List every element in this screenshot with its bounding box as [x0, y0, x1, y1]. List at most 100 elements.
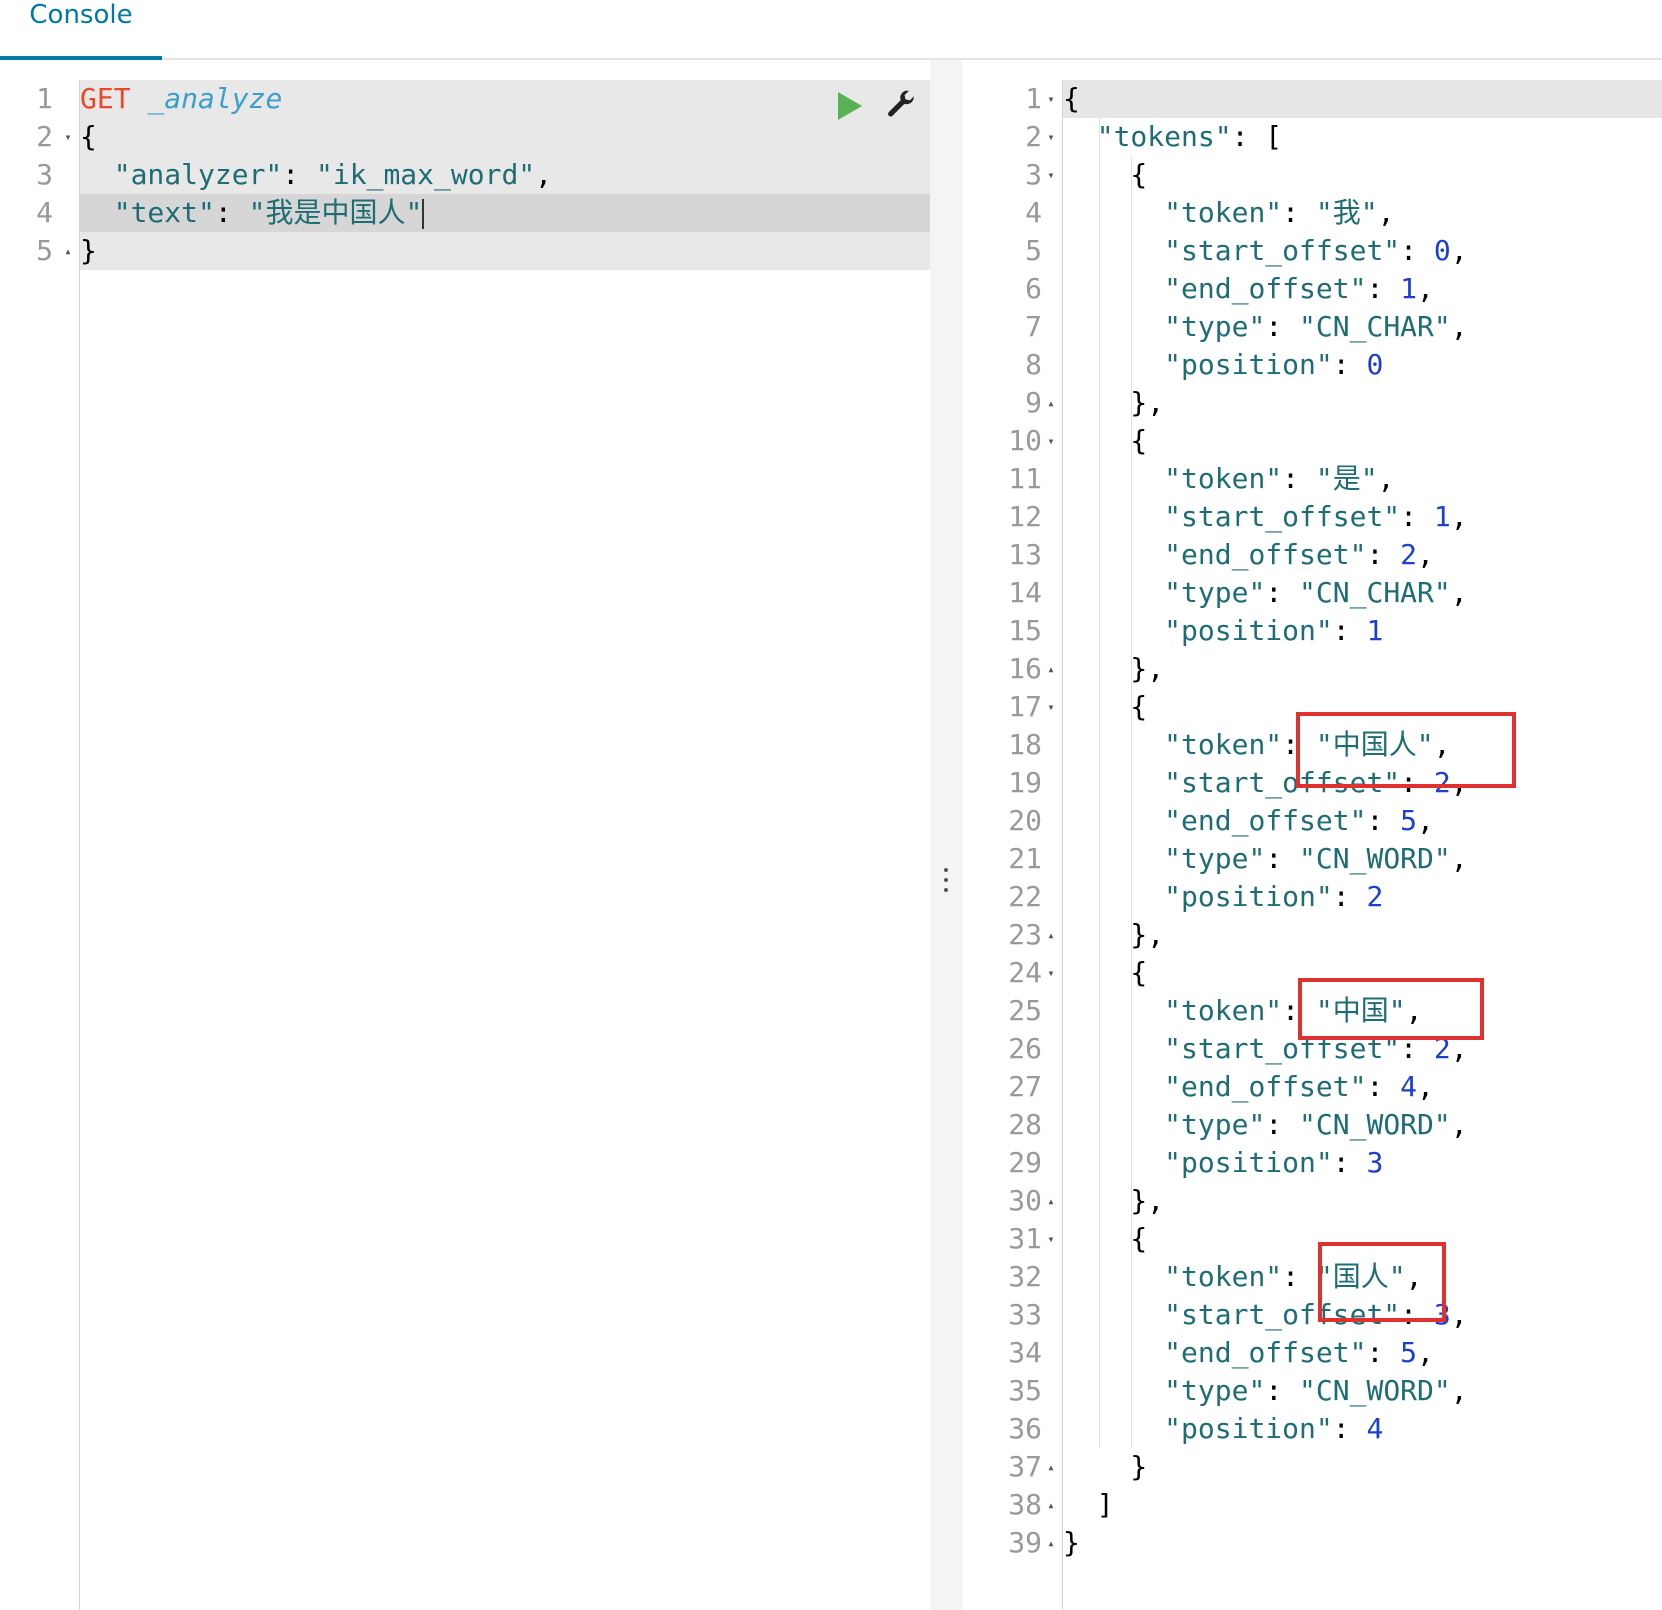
request-method: GET: [80, 82, 131, 115]
token-key: "token": [1164, 196, 1283, 229]
token-value: "是": [1315, 462, 1378, 495]
type-value: "CN_CHAR": [1299, 576, 1451, 609]
request-line-3: "analyzer": "ik_max_word",: [113, 158, 553, 191]
type-value: "CN_CHAR": [1299, 310, 1451, 343]
response-line-number: 33: [1008, 1298, 1042, 1331]
position-value: 2: [1366, 880, 1384, 913]
response-line-number: 35: [1008, 1374, 1042, 1407]
position-key: "position": [1164, 614, 1333, 647]
fold-close-icon[interactable]: ▴: [61, 232, 75, 270]
fold-open-icon[interactable]: ▾: [1044, 156, 1058, 194]
request-actions: [838, 88, 918, 124]
end_offset-key: "end_offset": [1164, 1070, 1367, 1103]
token-object-close: }: [1063, 1450, 1148, 1483]
token-field-line: "type": "CN_WORD",: [1164, 1108, 1468, 1141]
type-key: "type": [1164, 842, 1266, 875]
token-key: "token": [1164, 462, 1283, 495]
position-key: "position": [1164, 1146, 1333, 1179]
fold-open-icon[interactable]: ▾: [1044, 422, 1058, 460]
fold-open-icon[interactable]: ▾: [1044, 954, 1058, 992]
token-field-line: "position": 3: [1164, 1146, 1384, 1179]
fold-close-icon[interactable]: ▴: [1044, 916, 1058, 954]
response-line-number: 38 ▴: [962, 1486, 1062, 1524]
response-line: "tokens": [: [1096, 120, 1283, 153]
root-open-brace: {: [1063, 82, 1080, 115]
response-line-number: 9 ▴: [962, 384, 1062, 422]
response-line-number: 10 ▾: [962, 422, 1062, 460]
token-object-close: },: [1063, 652, 1165, 685]
fold-open-icon[interactable]: ▾: [1044, 118, 1058, 156]
text-cursor: [422, 199, 425, 229]
response-line-number: 3 ▾: [962, 156, 1062, 194]
request-line-number: 4: [36, 196, 53, 229]
resizer-handle-icon[interactable]: [940, 868, 952, 904]
response-line-number: 27: [1008, 1070, 1042, 1103]
response-line-number: 30 ▴: [962, 1182, 1062, 1220]
request-editor[interactable]: 1 2 ▾ 3 4 5 ▴ GET _analyze { "analyzer": "ik_m…: [0, 80, 930, 1610]
response-gutter: 1 ▾ 2 ▾ 3 ▾ 4 5 6 7 8 9 ▴ 10 ▾ 11 12 13 14 15 16 ▴ 17 ▾ 18 19 20 21…: [962, 80, 1063, 1610]
fold-close-icon[interactable]: ▴: [1044, 650, 1058, 688]
response-line-number: 25: [1008, 994, 1042, 1027]
token-field-line: "type": "CN_WORD",: [1164, 1374, 1468, 1407]
token-field-line: "end_offset": 1,: [1164, 272, 1434, 305]
fold-open-icon[interactable]: ▾: [1044, 1220, 1058, 1258]
response-code[interactable]: { "tokens": [ { "token": "我", "start_off…: [1063, 80, 1662, 1610]
token-field-line: "type": "CN_WORD",: [1164, 842, 1468, 875]
response-line-number: 24 ▾: [962, 954, 1062, 992]
request-line-4: "text": "我是中国人": [113, 196, 425, 229]
response-line-number: 36: [1008, 1412, 1042, 1445]
response-viewer[interactable]: 1 ▾ 2 ▾ 3 ▾ 4 5 6 7 8 9 ▴ 10 ▾ 11 12 13 14 15 16 ▴ 17 ▾ 18 19 20 21…: [962, 80, 1662, 1610]
pane-resizer[interactable]: [930, 60, 962, 1610]
fold-open-icon[interactable]: ▾: [61, 118, 75, 156]
fold-open-icon[interactable]: ▾: [1044, 688, 1058, 726]
open-brace: {: [80, 120, 97, 153]
response-line: {: [1063, 80, 1662, 118]
type-value: "CN_WORD": [1299, 1108, 1451, 1141]
response-line: ]: [1063, 1486, 1662, 1524]
token-field-line: "position": 2: [1164, 880, 1384, 913]
response-line-number: 31 ▾: [962, 1220, 1062, 1258]
response-line-number: 13: [1008, 538, 1042, 571]
tab-console[interactable]: Console: [0, 0, 162, 60]
request-gutter: 1 2 ▾ 3 4 5 ▴: [0, 80, 80, 1610]
wrench-icon[interactable]: [884, 88, 918, 122]
response-line-number: 34: [1008, 1336, 1042, 1369]
position-value: 0: [1366, 348, 1384, 381]
end_offset-value: 5: [1400, 1336, 1418, 1369]
play-icon[interactable]: [838, 92, 862, 120]
highlight-box-zhongguoren: [1296, 712, 1516, 788]
fold-close-icon[interactable]: ▴: [1044, 384, 1058, 422]
token-field-line: "position": 1: [1164, 614, 1384, 647]
fold-close-icon[interactable]: ▴: [1044, 1182, 1058, 1220]
token-field-line: "start_offset": 0,: [1164, 234, 1468, 267]
response-line-number: 12: [1008, 500, 1042, 533]
token-field-line: "position": 4: [1164, 1412, 1384, 1445]
token-object-close: },: [1063, 1184, 1165, 1217]
position-value: 3: [1366, 1146, 1384, 1179]
fold-close-icon[interactable]: ▴: [1044, 1486, 1058, 1524]
token-field-line: "position": 0: [1164, 348, 1384, 381]
end_offset-key: "end_offset": [1164, 804, 1367, 837]
start_offset-key: "start_offset": [1164, 234, 1401, 267]
token-field-line: "end_offset": 2,: [1164, 538, 1434, 571]
end_offset-value: 2: [1400, 538, 1418, 571]
response-line-number: 6: [1025, 272, 1042, 305]
fold-open-icon[interactable]: ▾: [1044, 80, 1058, 118]
fold-close-icon[interactable]: ▴: [1044, 1524, 1058, 1562]
end_offset-value: 1: [1400, 272, 1418, 305]
token-object-close: },: [1063, 918, 1165, 951]
analyzer-value: "ik_max_word": [316, 158, 536, 191]
response-line-number: 26: [1008, 1032, 1042, 1065]
response-line-number: 4: [1025, 196, 1042, 229]
token-key: "token": [1164, 728, 1283, 761]
response-line-number: 17 ▾: [962, 688, 1062, 726]
request-code[interactable]: GET _analyze { "analyzer": "ik_max_word"…: [80, 80, 930, 1610]
type-value: "CN_WORD": [1299, 1374, 1451, 1407]
request-line-2: {: [80, 118, 930, 156]
position-key: "position": [1164, 880, 1333, 913]
response-line-number: 18: [1008, 728, 1042, 761]
token-key: "token": [1164, 1260, 1283, 1293]
token-field-line: "type": "CN_CHAR",: [1164, 310, 1468, 343]
fold-close-icon[interactable]: ▴: [1044, 1448, 1058, 1486]
response-line-number: 2 ▾: [962, 118, 1062, 156]
